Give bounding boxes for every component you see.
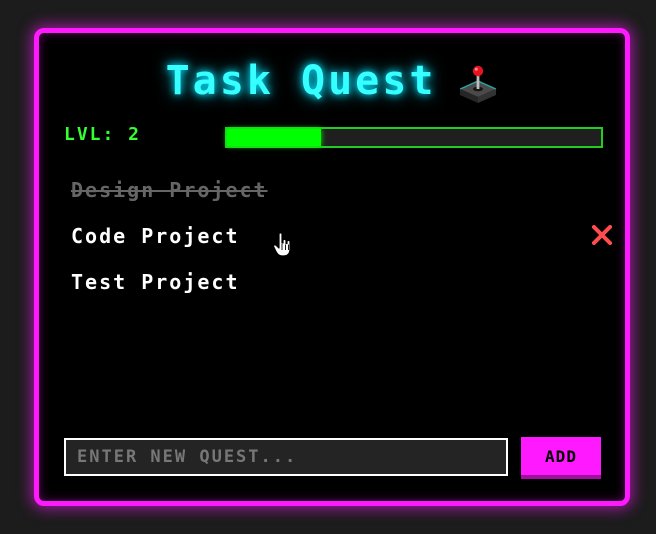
new-quest-input[interactable] [64, 438, 508, 476]
hand-cursor-icon [273, 232, 291, 257]
xp-progress-bar [225, 127, 603, 148]
task-quest-panel: Task Quest LVL: 2 Design Project Code Pr… [34, 28, 630, 506]
add-button[interactable]: ADD [521, 437, 601, 479]
close-icon[interactable] [592, 225, 612, 245]
task-item-design-project[interactable]: Design Project [71, 167, 591, 213]
app-title: Task Quest [165, 58, 437, 104]
task-item-test-project[interactable]: Test Project [71, 259, 591, 305]
task-label: Design Project [71, 178, 268, 202]
joystick-icon [460, 65, 497, 103]
task-label: Code Project [71, 224, 240, 248]
xp-progress-fill [227, 129, 321, 146]
level-label: LVL: 2 [64, 124, 142, 145]
task-item-code-project[interactable]: Code Project [71, 213, 612, 259]
task-list: Design Project Code Project Test Project [71, 167, 612, 305]
task-label: Test Project [71, 270, 240, 294]
header: Task Quest [39, 55, 625, 107]
